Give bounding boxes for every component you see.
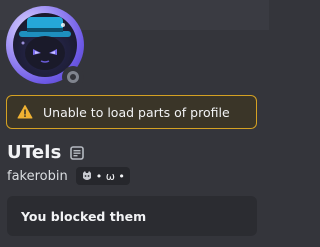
warning-text: Unable to load parts of profile (43, 104, 230, 120)
status-offline-icon (62, 66, 84, 88)
username-row: fakerobin • ω • (7, 167, 130, 185)
avatar[interactable] (6, 6, 84, 88)
blocked-text: You blocked them (21, 208, 147, 224)
clan-tag[interactable]: • ω • (75, 167, 130, 185)
display-name-row: UTels (7, 142, 84, 163)
profile-load-warning: Unable to load parts of profile (6, 95, 257, 129)
display-name: UTels (7, 142, 62, 163)
username: fakerobin (7, 168, 68, 184)
warning-triangle-icon (17, 105, 33, 119)
note-icon[interactable] (69, 145, 84, 160)
clan-tag-text: • ω • (95, 169, 125, 183)
clan-badge-icon (82, 171, 91, 180)
blocked-notice: You blocked them (7, 196, 257, 236)
